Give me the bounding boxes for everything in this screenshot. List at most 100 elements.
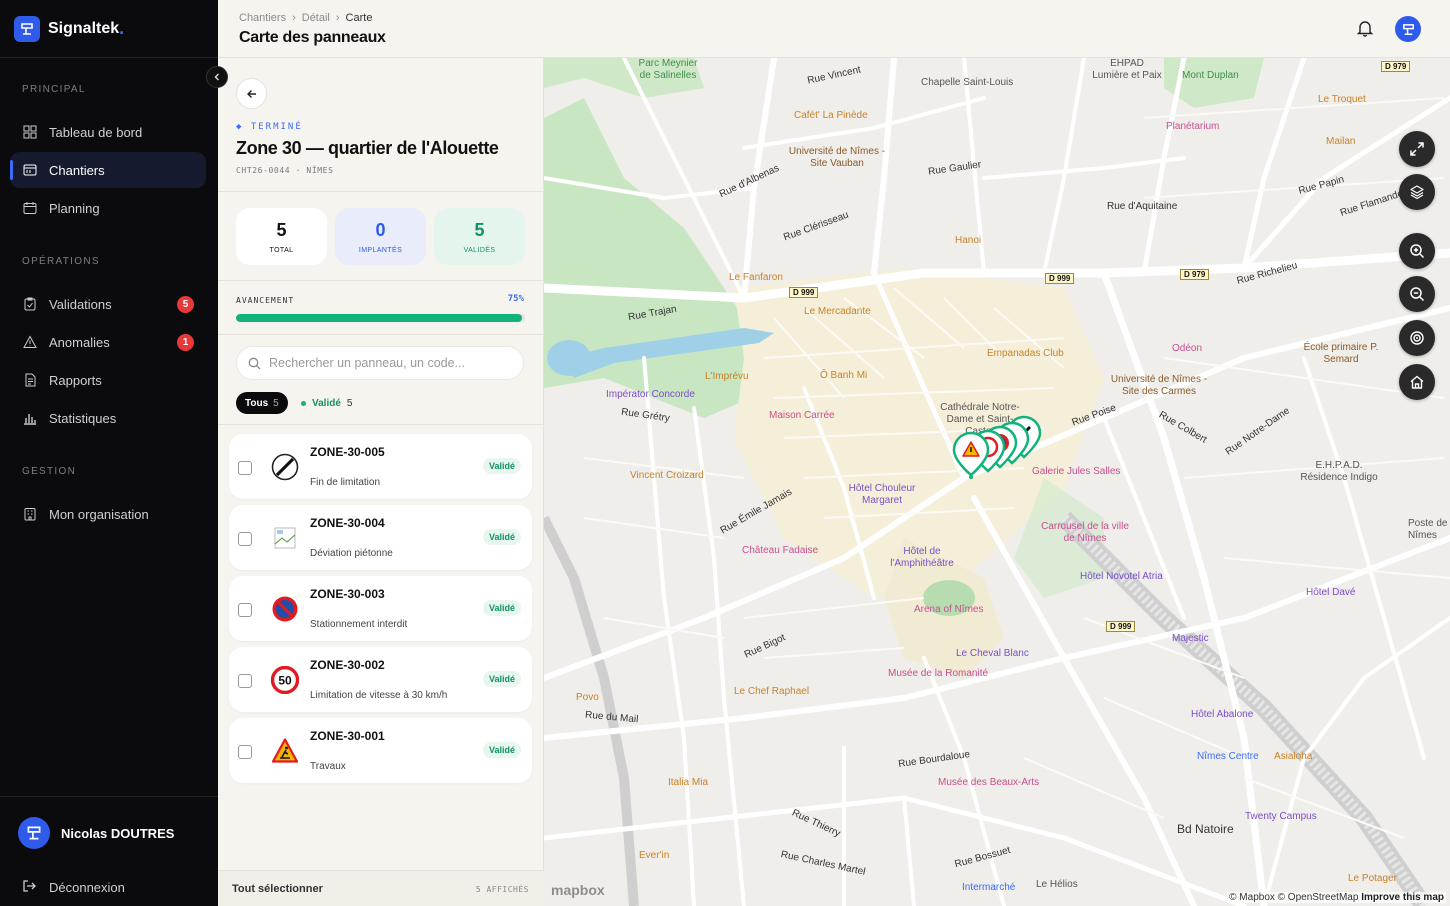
locate-icon <box>1410 331 1424 345</box>
sidebar-item-anomalies[interactable]: Anomalies 1 <box>0 324 218 360</box>
zoom-out-button[interactable] <box>1399 276 1435 312</box>
user-area: Nicolas DOUTRES Déconnexion <box>0 796 218 905</box>
sidebar-item-validations[interactable]: Validations 5 <box>0 286 218 322</box>
map-label: Le Potager <box>1348 873 1397 884</box>
improve-map-link[interactable]: Improve this map <box>1361 892 1444 903</box>
brand-name: Signaltek <box>48 19 120 37</box>
brand-logo-icon <box>14 15 40 42</box>
home-button[interactable] <box>1399 364 1435 400</box>
map[interactable]: Parc Meynier de Salinelles Rue Vincent C… <box>544 58 1450 906</box>
collapse-sidebar-button[interactable] <box>206 66 228 88</box>
sign-markers-cluster[interactable] <box>944 413 1054 493</box>
map-label: Musée de la Romanité <box>888 668 989 679</box>
map-label: Italia Mia <box>668 777 709 788</box>
search-field[interactable] <box>236 346 524 380</box>
item-checkbox[interactable] <box>238 603 252 617</box>
map-label: Nîmes Centre <box>1197 751 1259 762</box>
breadcrumb-detail[interactable]: Détail <box>302 12 330 24</box>
section-label-principal: PRINCIPAL <box>22 84 86 95</box>
map-label: Asialoha <box>1274 751 1313 762</box>
road-badge: D 999 <box>789 287 819 298</box>
status-badge: Validé <box>482 742 521 758</box>
list-item[interactable]: ZONE-30-003 Stationnement interdit Valid… <box>229 576 532 641</box>
speed-limit-sign-icon: 50 <box>271 666 299 694</box>
filter-all[interactable]: Tous 5 <box>236 392 288 414</box>
topbar: Chantiers › Détail › Carte Carte des pan… <box>218 0 1450 58</box>
zoom-in-button[interactable] <box>1399 233 1435 269</box>
map-label: Povo <box>576 692 599 703</box>
validations-count-badge: 5 <box>177 295 194 313</box>
brand[interactable]: Signaltek. <box>0 0 218 58</box>
avatar <box>18 817 50 849</box>
filter-valide[interactable]: Validé 5 <box>292 392 361 414</box>
search-input[interactable] <box>269 356 509 370</box>
sidebar-item-statistiques[interactable]: Statistiques <box>0 400 218 436</box>
locate-button[interactable] <box>1399 320 1435 356</box>
account-avatar[interactable] <box>1395 16 1421 42</box>
user-logo-icon <box>1402 23 1414 35</box>
map-label: Planétarium <box>1166 121 1220 132</box>
breadcrumb-chantiers[interactable]: Chantiers <box>239 12 286 24</box>
back-button[interactable] <box>236 78 267 109</box>
chantier-code: CHT26-0044 · NÎMES <box>236 166 334 175</box>
arrow-left-icon <box>246 89 256 98</box>
progress-fill <box>236 314 523 322</box>
map-label: E.H.P.A.D. Résidence Indigo <box>1300 460 1378 483</box>
status-badge: Validé <box>482 600 521 616</box>
status-label: ◆ TERMINÉ <box>236 122 303 132</box>
map-label: Hôtel Novotel Atria <box>1080 571 1163 582</box>
sidebar-item-organisation[interactable]: Mon organisation <box>0 496 218 532</box>
map-label: Twenty Campus <box>1245 811 1317 822</box>
sidebar-item-dashboard[interactable]: Tableau de bord <box>0 114 218 150</box>
sidebar-item-chantiers[interactable]: Chantiers <box>10 152 206 188</box>
bell-icon <box>1356 21 1374 37</box>
item-checkbox[interactable] <box>238 532 252 546</box>
map-label: Hôtel Abalone <box>1191 709 1254 720</box>
map-label: Cafét' La Pinède <box>794 110 868 121</box>
search-icon <box>248 357 261 369</box>
layers-button[interactable] <box>1399 174 1435 210</box>
item-checkbox[interactable] <box>238 674 252 688</box>
list-item[interactable]: ZONE-30-001 Travaux Validé <box>229 718 532 783</box>
item-checkbox[interactable] <box>238 745 252 759</box>
map-label: Mont Duplan <box>1182 70 1239 81</box>
anomalies-count-badge: 1 <box>177 333 194 351</box>
status-badge: Validé <box>482 671 521 687</box>
stat-valides: 5 VALIDÉS <box>434 208 525 265</box>
map-label: Université de Nîmes - Site des Carmes <box>1110 374 1208 397</box>
notifications-button[interactable] <box>1356 19 1374 42</box>
logout-button[interactable]: Déconnexion <box>0 869 218 905</box>
sidebar-item-rapports[interactable]: Rapports <box>0 362 218 398</box>
breadcrumb: Chantiers › Détail › Carte <box>239 12 372 24</box>
warning-icon <box>22 334 38 350</box>
user-profile[interactable]: Nicolas DOUTRES <box>0 797 218 869</box>
map-label: Le Hélios <box>1036 879 1078 890</box>
map-label: Hôtel de l'Amphithéâtre <box>890 546 954 569</box>
list-item[interactable]: 50 ZONE-30-002 Limitation de vitesse à 3… <box>229 647 532 712</box>
select-all-button[interactable]: Tout sélectionner <box>232 883 323 895</box>
map-label: Majestic <box>1172 633 1209 644</box>
list-item[interactable]: ZONE-30-004 Déviation piétonne Validé <box>229 505 532 570</box>
map-label: Hôtel Chouleur Margaret <box>848 483 916 506</box>
list-item[interactable]: ZONE-30-005 Fin de limitation Validé <box>229 434 532 499</box>
map-label: Le Cheval Blanc <box>956 648 1029 659</box>
chevron-right-icon: › <box>292 12 296 24</box>
document-icon <box>22 372 38 388</box>
progress-label: AVANCEMENT <box>236 296 295 305</box>
item-checkbox[interactable] <box>238 461 252 475</box>
page-title: Carte des panneaux <box>239 29 386 46</box>
zoom-in-icon <box>1410 244 1425 259</box>
map-label: L'Imprévu <box>705 371 749 382</box>
list-footer: Tout sélectionner 5 AFFICHÉS <box>218 870 544 906</box>
mapbox-logo[interactable]: mapbox <box>551 882 605 898</box>
map-label: Le Fanfaron <box>729 272 783 283</box>
map-label: Parc Meynier de Salinelles <box>638 58 698 81</box>
marker-zone-30-001 <box>952 431 990 479</box>
map-label: Château Fadaise <box>742 545 819 556</box>
map-label: Ô Banh Mi <box>820 370 868 381</box>
breadcrumb-carte: Carte <box>345 12 373 24</box>
fullscreen-button[interactable] <box>1399 131 1435 167</box>
sidebar-item-planning[interactable]: Planning <box>0 190 218 226</box>
map-label: Le Chef Raphael <box>734 686 810 697</box>
clipboard-check-icon <box>22 296 38 312</box>
